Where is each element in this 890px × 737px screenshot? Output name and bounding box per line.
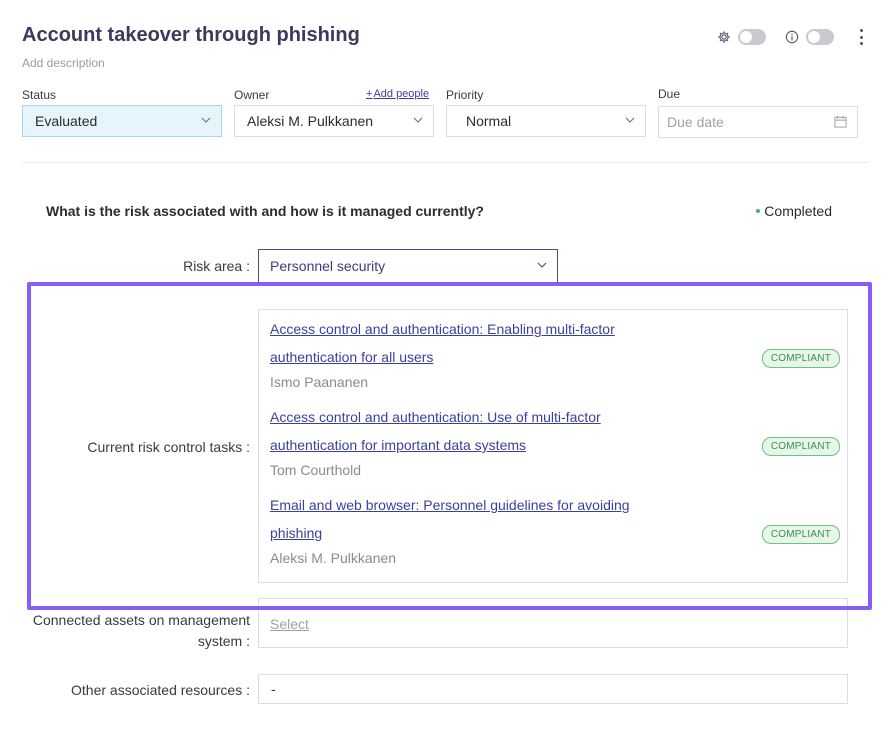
connected-assets-label: Connected assets on management system : <box>32 612 250 649</box>
priority-label: Priority <box>446 88 484 102</box>
other-resources-label: Other associated resources : <box>71 682 250 698</box>
risk-area-select[interactable]: Personnel security <box>258 249 558 283</box>
risk-area-label: Risk area : <box>183 258 250 274</box>
chevron-down-icon <box>413 117 423 123</box>
status-select[interactable]: Evaluated <box>22 105 222 137</box>
due-label: Due <box>658 87 681 101</box>
kebab-menu-icon[interactable] <box>856 28 866 46</box>
add-people-link[interactable]: +Add people <box>366 88 429 100</box>
section-question: What is the risk associated with and how… <box>46 203 484 219</box>
calendar-icon <box>834 115 847 128</box>
add-description[interactable]: Add description <box>22 56 105 70</box>
header-toolbar <box>716 28 866 46</box>
due-date-placeholder: Due date <box>667 114 724 130</box>
chevron-down-icon <box>201 117 211 123</box>
chevron-down-icon <box>537 262 547 268</box>
info-icon[interactable] <box>784 29 800 45</box>
highlight-frame <box>27 282 872 610</box>
settings-toggle[interactable] <box>738 29 766 45</box>
page-title: Account takeover through phishing <box>22 24 360 46</box>
select-link[interactable]: Select <box>270 616 309 632</box>
priority-value: Normal <box>466 113 512 129</box>
status-dot-icon <box>756 209 761 213</box>
other-resources-field[interactable]: - <box>258 674 848 704</box>
due-date-input[interactable]: Due date <box>658 106 858 138</box>
divider <box>22 162 868 163</box>
gear-icon[interactable] <box>716 29 732 45</box>
info-toggle[interactable] <box>806 29 834 45</box>
status-label: Status <box>22 88 57 102</box>
status-value: Evaluated <box>35 113 98 129</box>
completion-status: Completed <box>756 203 832 219</box>
owner-label: Owner <box>234 88 270 102</box>
add-people-label: Add people <box>373 88 430 100</box>
priority-select[interactable]: Normal <box>446 105 646 137</box>
plus-icon: + <box>366 88 373 100</box>
chevron-down-icon <box>625 117 635 123</box>
other-resources-value: - <box>271 681 276 697</box>
owner-select[interactable]: Aleksi M. Pulkkanen <box>234 105 434 137</box>
completion-status-text: Completed <box>764 203 832 219</box>
owner-value: Aleksi M. Pulkkanen <box>247 113 374 129</box>
risk-area-value: Personnel security <box>270 258 386 274</box>
